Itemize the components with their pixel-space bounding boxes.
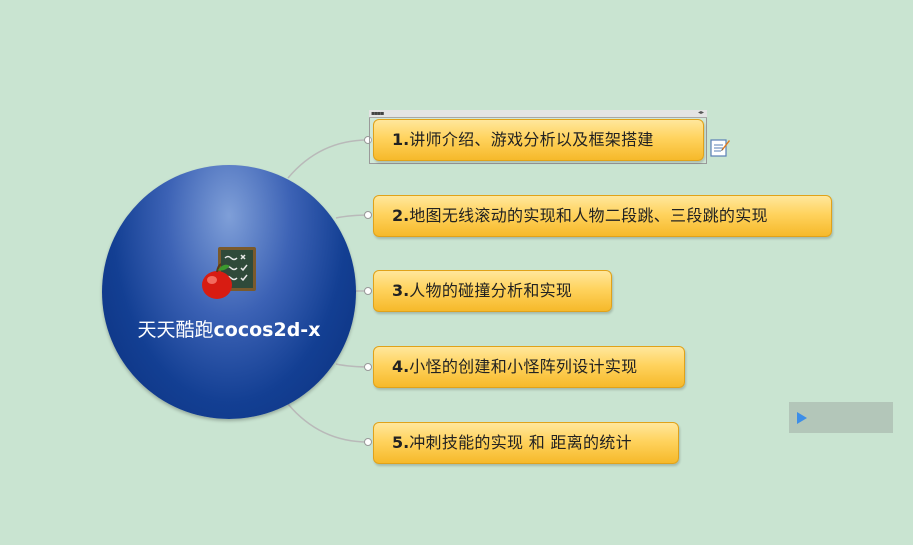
topic-5-text: 冲刺技能的实现 和 距离的统计 [409,433,632,452]
topic-4[interactable]: 4.小怪的创建和小怪阵列设计实现 [373,346,685,388]
topic-5[interactable]: 5.冲刺技能的实现 和 距离的统计 [373,422,679,464]
topic-4-number: 4. [392,357,410,376]
central-topic-label: 天天酷跑cocos2d-x [102,315,356,342]
topic-1-text: 讲师介绍、游戏分析以及框架搭建 [409,130,654,149]
note-icon[interactable] [710,137,730,157]
apple-chalkboard-icon [202,247,256,299]
topic-5-number: 5. [392,433,410,452]
topic-1-number: 1. [392,130,410,149]
topic-4-text: 小怪的创建和小怪阵列设计实现 [409,357,638,376]
topic-1[interactable]: 1.讲师介绍、游戏分析以及框架搭建 [373,119,704,161]
connector-node-3 [364,287,372,295]
drag-handle-icon[interactable]: ▪▪▪▪ [371,110,384,117]
connector-topic-5 [287,403,369,443]
central-topic-label-lat: cocos2d-x [213,319,321,341]
topic-3-number: 3. [392,281,410,300]
central-topic-label-cn: 天天酷跑 [137,319,214,341]
topic-3[interactable]: 3.人物的碰撞分析和实现 [373,270,612,312]
play-icon[interactable] [797,412,807,424]
central-topic[interactable]: 天天酷跑cocos2d-x [102,165,356,419]
topic-3-text: 人物的碰撞分析和实现 [409,281,573,300]
topic-2-text: 地图无线滚动的实现和人物二段跳、三段跳的实现 [409,206,768,225]
topic-2[interactable]: 2.地图无线滚动的实现和人物二段跳、三段跳的实现 [373,195,832,237]
connector-node-2 [364,211,372,219]
selection-handle-bar[interactable]: ▪▪▪▪ ◂▸ [369,109,707,118]
connector-node-5 [364,438,372,446]
connector-topic-1 [287,139,369,179]
topic-2-number: 2. [392,206,410,225]
resize-arrows-icon[interactable]: ◂▸ [698,109,704,117]
media-player-bar[interactable] [789,402,893,433]
connector-node-4 [364,363,372,371]
